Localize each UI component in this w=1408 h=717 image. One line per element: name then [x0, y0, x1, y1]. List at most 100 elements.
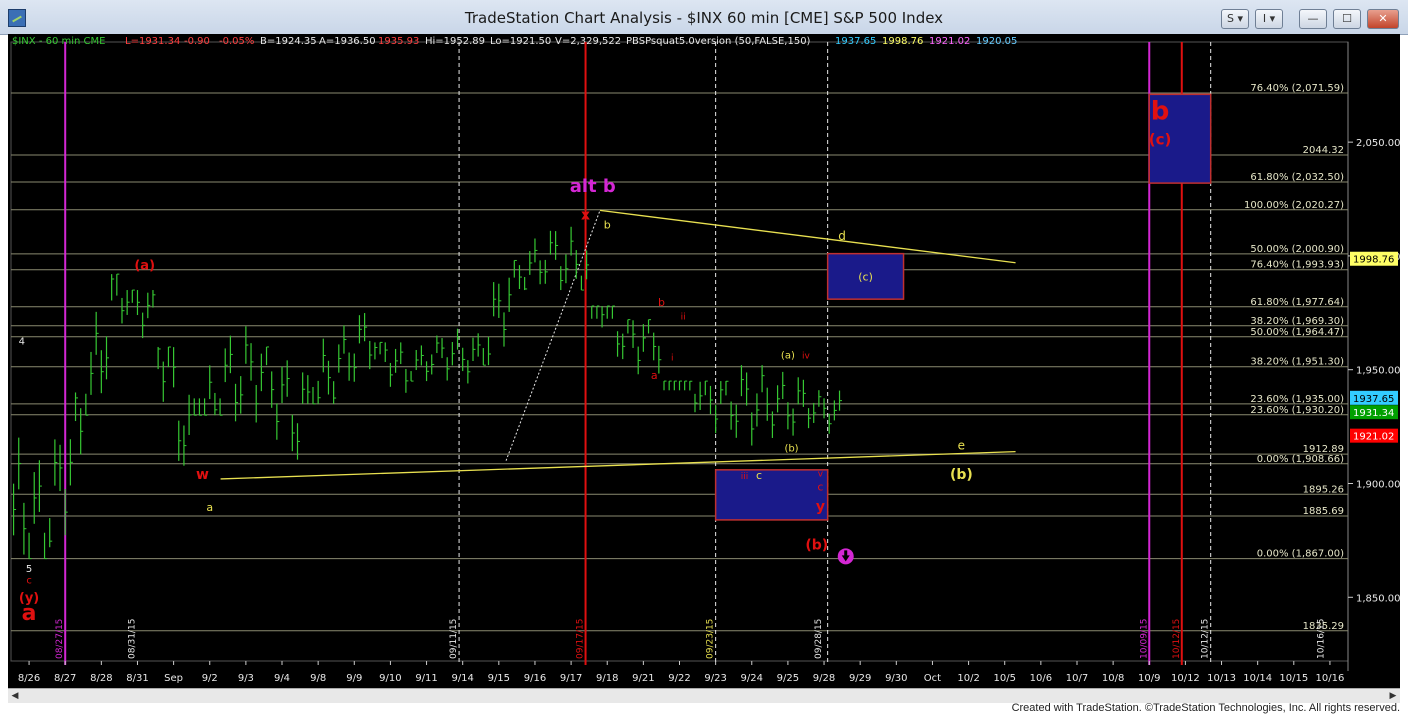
- wave-label: a: [206, 501, 213, 514]
- wave-label: x: [581, 208, 590, 224]
- wave-label: iv: [802, 351, 811, 361]
- x-axis-tick-label: 10/7: [1066, 673, 1088, 684]
- x-axis-tick-label: 9/8: [310, 673, 326, 684]
- vertical-date-label: 09/17/15: [576, 619, 586, 659]
- wave-label: (a): [134, 259, 155, 274]
- x-axis-tick-label: 9/2: [202, 673, 218, 684]
- fib-level-label: 61.80% (1,977.64): [1250, 297, 1344, 308]
- x-axis-tick-label: 10/16: [1316, 673, 1345, 684]
- fib-level-label: 23.60% (1,930.20): [1250, 405, 1344, 416]
- status-bar-field: L=1931.34: [125, 36, 180, 47]
- y-axis-tick-label: 1,900.00: [1356, 479, 1400, 490]
- x-axis-tick-label: 10/12: [1171, 673, 1200, 684]
- x-axis-tick-label: 9/9: [346, 673, 362, 684]
- vertical-date-label: 08/27/15: [55, 619, 65, 659]
- x-axis-tick-label: 9/29: [849, 673, 871, 684]
- fib-level-label: 76.40% (1,993.93): [1250, 260, 1344, 271]
- wave-label: c: [756, 469, 762, 482]
- x-axis-tick-label: 10/14: [1243, 673, 1272, 684]
- chart-scrollbar[interactable]: ◀ ▶: [8, 688, 1400, 703]
- minimize-button[interactable]: —: [1299, 9, 1327, 29]
- wave-label: ii: [681, 313, 686, 323]
- x-axis-tick-label: 9/22: [668, 673, 690, 684]
- wave-label: iii: [741, 472, 749, 482]
- maximize-button[interactable]: ☐: [1333, 9, 1361, 29]
- status-bar-field: 1937.65: [835, 36, 876, 47]
- x-axis-tick-label: 9/30: [885, 673, 907, 684]
- x-axis-tick-label: 8/27: [54, 673, 76, 684]
- interval-link-button[interactable]: I ▾: [1255, 9, 1283, 29]
- target-box: [714, 469, 829, 521]
- window-title: TradeStation Chart Analysis - $INX 60 mi…: [464, 9, 944, 27]
- wave-label: a: [651, 369, 658, 382]
- fib-level-label: 50.00% (2,000.90): [1250, 244, 1344, 255]
- x-axis-tick-label: 10/8: [1102, 673, 1124, 684]
- fib-level-label: 0.00% (1,908.66): [1257, 454, 1344, 465]
- close-button[interactable]: ✕: [1367, 9, 1399, 29]
- x-axis-tick-label: 8/31: [126, 673, 148, 684]
- fib-level-label: 1895.26: [1303, 484, 1344, 495]
- vertical-date-label: 10/09/15: [1139, 619, 1149, 659]
- x-axis-tick-label: 9/15: [488, 673, 510, 684]
- vertical-date-label: 09/28/15: [814, 619, 824, 659]
- fib-level-label: 38.20% (1,969.30): [1250, 316, 1344, 327]
- status-bar-field: $INX - 60 min CME: [12, 36, 105, 47]
- x-axis-tick-label: 9/17: [560, 673, 582, 684]
- wave-label: (a): [781, 350, 795, 361]
- wave-label: e: [958, 438, 965, 452]
- x-axis-tick-label: 10/6: [1030, 673, 1052, 684]
- status-bar-field: V=2,329,522: [555, 36, 621, 47]
- wave-label: c: [817, 480, 823, 493]
- price-chart[interactable]: $INX - 60 min CME L=1931.34 -0.90 -0.05% B=1…: [8, 34, 1400, 688]
- vertical-date-label: 10/12/15: [1201, 619, 1211, 659]
- wave-label: w: [196, 467, 209, 483]
- x-axis-tick-label: 10/2: [957, 673, 979, 684]
- x-axis-tick-label: Oct: [924, 673, 941, 684]
- x-axis-tick-label: 10/9: [1138, 673, 1160, 684]
- status-bar-field: 1935.93: [378, 36, 419, 47]
- wave-label: i: [671, 354, 674, 364]
- scroll-right-arrow-icon[interactable]: ▶: [1386, 689, 1400, 703]
- x-axis-tick-label: 9/23: [704, 673, 726, 684]
- target-box-label: (c): [858, 270, 873, 283]
- chart-area[interactable]: $INX - 60 min CME L=1931.34 -0.90 -0.05% B=1…: [8, 34, 1400, 702]
- status-bar-field: 1998.76: [882, 36, 923, 47]
- wave-label: y: [816, 499, 825, 515]
- fib-level-label: 38.20% (1,951.30): [1250, 357, 1344, 368]
- window-titlebar: TradeStation Chart Analysis - $INX 60 mi…: [0, 0, 1408, 35]
- x-axis-tick-label: 10/15: [1279, 673, 1308, 684]
- status-bar-field: -0.05%: [219, 36, 254, 47]
- x-axis-tick-label: 9/4: [274, 673, 290, 684]
- wave-label: c: [26, 576, 32, 587]
- plot-frame: [10, 41, 1349, 662]
- wave-label: 4: [19, 337, 25, 348]
- status-bar-field: A=1936.50: [319, 36, 376, 47]
- wave-label: 5: [26, 564, 32, 575]
- vertical-date-label: 09/23/15: [706, 619, 716, 659]
- x-axis-tick-label: 9/21: [632, 673, 654, 684]
- x-axis-tick-label: 9/14: [451, 673, 473, 684]
- price-tag-label: 1931.34: [1353, 408, 1394, 419]
- status-bar-field: Lo=1921.50: [490, 36, 551, 47]
- x-axis-tick-label: 9/3: [238, 673, 254, 684]
- status-bar-field: 1921.02: [929, 36, 970, 47]
- scroll-left-arrow-icon[interactable]: ◀: [8, 689, 22, 703]
- wave-label: (b): [805, 537, 828, 553]
- fib-level-label: 61.80% (2,032.50): [1250, 172, 1344, 183]
- wave-label: (y): [19, 591, 39, 606]
- x-axis-tick-label: 9/18: [596, 673, 618, 684]
- wave-label: d: [838, 229, 846, 243]
- x-axis-tick-label: 9/11: [415, 673, 437, 684]
- wave-label: b: [1151, 96, 1170, 126]
- status-bar-field: Hi=1952.89: [425, 36, 485, 47]
- status-bar-field: -0.90: [184, 36, 210, 47]
- y-axis-tick-label: 2,050.00: [1356, 138, 1400, 149]
- x-axis-tick-label: 9/16: [524, 673, 546, 684]
- wave-label: b: [658, 296, 665, 309]
- fib-level-label: 76.40% (2,071.59): [1250, 83, 1344, 94]
- footer-credit: Created with TradeStation. ©TradeStation…: [1011, 702, 1400, 714]
- symbol-link-button[interactable]: S ▾: [1221, 9, 1249, 29]
- x-axis-tick-label: Sep: [164, 673, 183, 684]
- vertical-date-label: 08/31/15: [127, 619, 137, 659]
- price-tag-label: 1921.02: [1353, 432, 1394, 443]
